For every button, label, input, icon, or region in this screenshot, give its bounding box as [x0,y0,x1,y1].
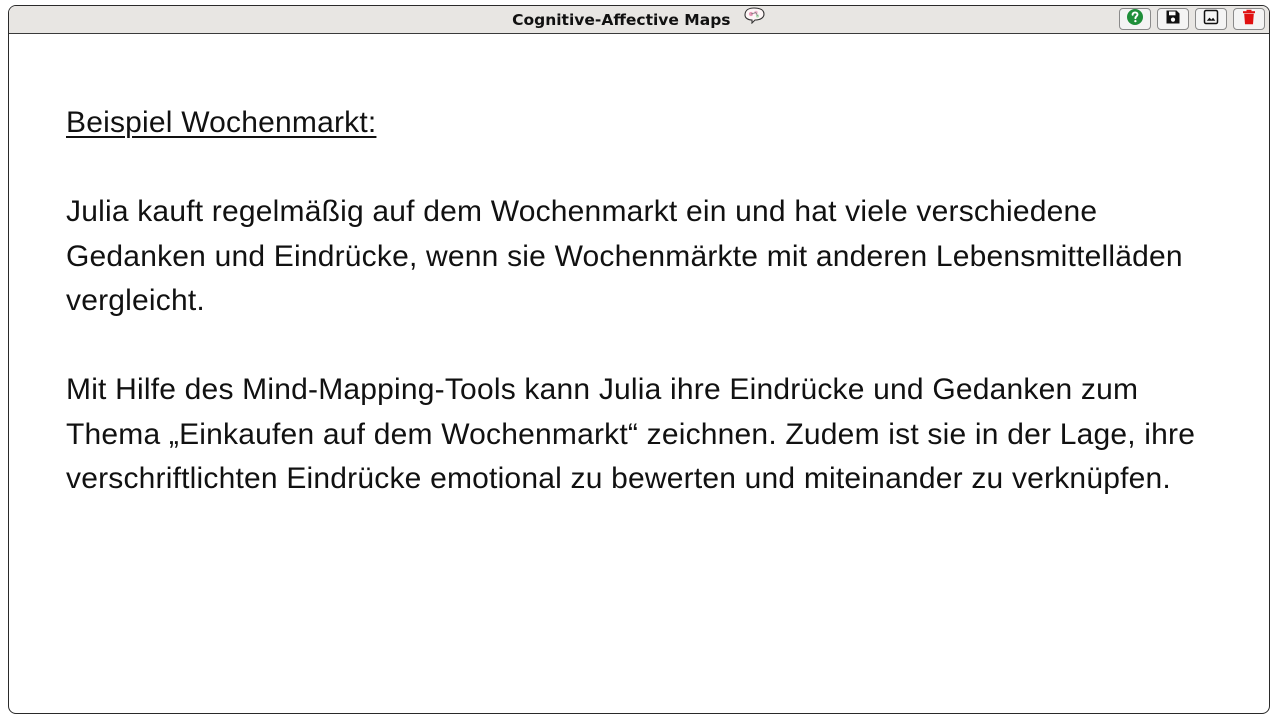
save-button[interactable] [1157,8,1189,30]
cam-logo-icon [742,6,766,33]
trash-icon [1241,9,1257,30]
app-title-text: Cognitive-Affective Maps [512,11,731,29]
title-bar: Cognitive-Affective Maps [9,6,1269,34]
toolbar [1119,8,1265,30]
slide-content: Beispiel Wochenmarkt: Julia kauft regelm… [66,101,1226,502]
floppy-disk-icon [1165,9,1181,30]
window-title: Cognitive-Affective Maps [9,6,1269,33]
app-window: Cognitive-Affective Maps Beispiel Wochen… [8,5,1270,714]
export-image-button[interactable] [1195,8,1227,30]
paragraph-intro: Julia kauft regelmäßig auf dem Wochenmar… [66,195,1183,317]
image-icon [1203,9,1219,30]
paragraph-description: Mit Hilfe des Mind-Mapping-Tools kann Ju… [66,373,1196,495]
question-circle-icon [1126,8,1144,31]
help-button[interactable] [1119,8,1151,30]
delete-button[interactable] [1233,8,1265,30]
slide-heading: Beispiel Wochenmarkt: [66,106,377,139]
